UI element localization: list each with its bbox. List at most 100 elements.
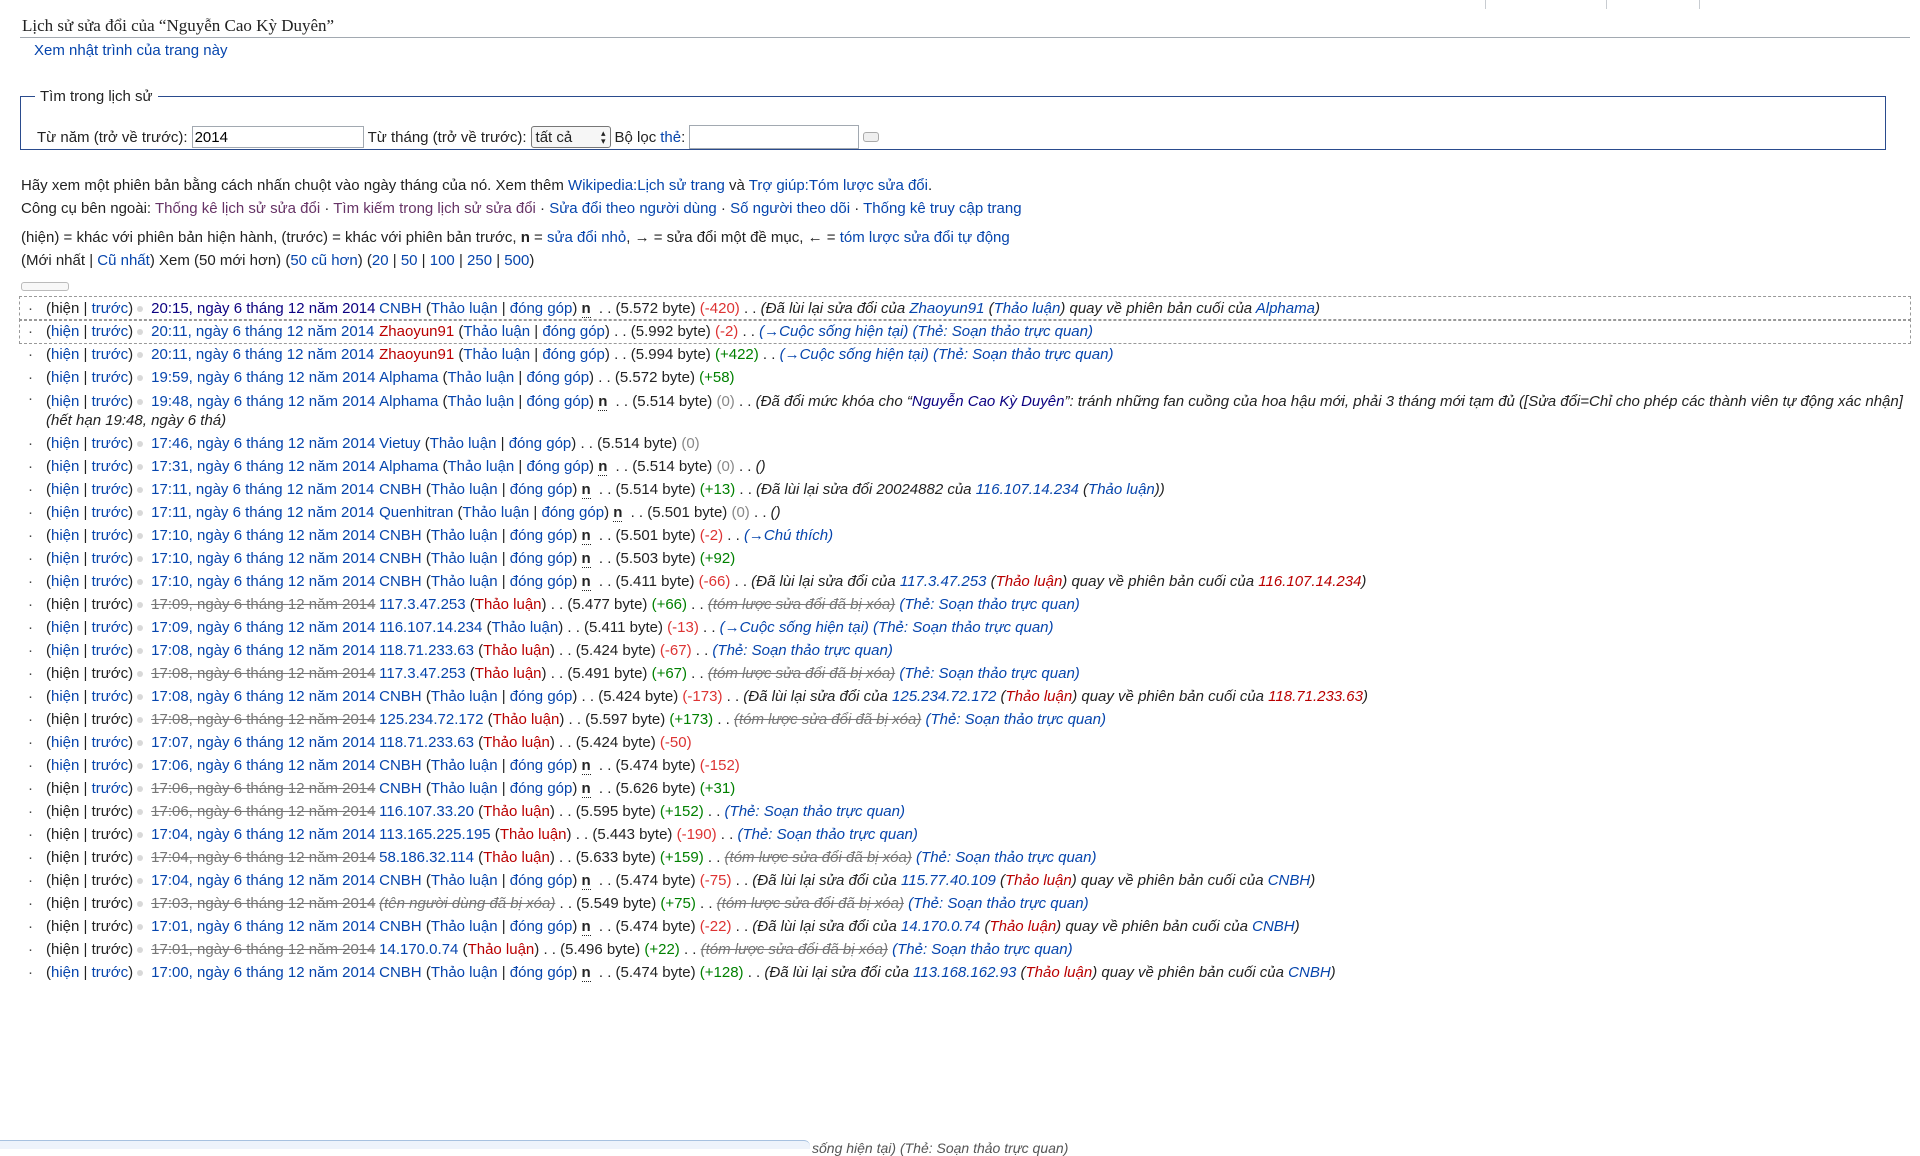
- compare-radio[interactable]: [137, 375, 144, 382]
- revision-user-link[interactable]: CNBH: [379, 964, 422, 981]
- summary-user-link[interactable]: 117.3.47.253: [900, 573, 986, 590]
- revision-timestamp[interactable]: 17:09, ngày 6 tháng 12 năm 2014: [151, 619, 375, 636]
- summary-user2-link[interactable]: Alphama: [1256, 300, 1315, 317]
- summary-talk-link[interactable]: Thảo luận: [1088, 481, 1155, 498]
- compare-radio[interactable]: [137, 487, 144, 494]
- edit-summary-help-link[interactable]: Trợ giúp:Tóm lược sửa đổi: [749, 177, 928, 194]
- diff-previous-link[interactable]: trước: [92, 757, 129, 774]
- summary-user2-link[interactable]: 116.107.14.234: [1258, 573, 1361, 590]
- summary-user-link[interactable]: Nguyễn Cao Kỳ Duyên: [912, 393, 1065, 410]
- compare-radio[interactable]: [137, 763, 144, 770]
- compare-radio[interactable]: [137, 855, 144, 862]
- diff-current-link[interactable]: hiện: [51, 458, 79, 475]
- compare-radio[interactable]: [137, 352, 144, 359]
- page-size-link[interactable]: 50: [401, 252, 418, 269]
- user-talk-link[interactable]: Thảo luận: [483, 642, 550, 659]
- user-talk-link[interactable]: Thảo luận: [431, 527, 498, 544]
- revision-timestamp[interactable]: 17:11, ngày 6 tháng 12 năm 2014: [151, 481, 374, 498]
- user-talk-link[interactable]: Thảo luận: [431, 757, 498, 774]
- revision-timestamp[interactable]: 17:10, ngày 6 tháng 12 năm 2014: [151, 550, 375, 567]
- user-talk-link[interactable]: Thảo luận: [463, 346, 530, 363]
- diff-current-link[interactable]: hiện: [51, 527, 79, 544]
- revision-user-link[interactable]: 118.71.233.63: [379, 642, 474, 659]
- user-contribs-link[interactable]: đóng góp: [510, 964, 573, 981]
- user-talk-link[interactable]: Thảo luận: [493, 711, 560, 728]
- revision-timestamp[interactable]: 20:11, ngày 6 tháng 12 năm 2014: [151, 323, 374, 340]
- diff-current-link[interactable]: hiện: [51, 393, 79, 410]
- compare-radio[interactable]: [137, 924, 144, 931]
- external-tool-link[interactable]: Sửa đổi theo người dùng: [549, 200, 717, 217]
- user-contribs-link[interactable]: đóng góp: [510, 550, 573, 567]
- compare-radio[interactable]: [137, 579, 144, 586]
- revision-user-link[interactable]: 117.3.47.253: [379, 665, 465, 682]
- diff-previous-link[interactable]: trước: [92, 481, 129, 498]
- user-contribs-link[interactable]: đóng góp: [510, 481, 573, 498]
- diff-current-link[interactable]: hiện: [51, 346, 79, 363]
- compare-radio[interactable]: [137, 786, 144, 793]
- revision-user-link[interactable]: 58.186.32.114: [379, 849, 474, 866]
- summary-user-link[interactable]: 14.170.0.74: [901, 918, 980, 935]
- user-talk-link[interactable]: Thảo luận: [431, 573, 498, 590]
- diff-current-link[interactable]: hiện: [51, 481, 79, 498]
- external-tool-link[interactable]: Thống kê lịch sử sửa đổi: [155, 200, 320, 217]
- revision-user-link[interactable]: CNBH: [379, 481, 422, 498]
- user-talk-link[interactable]: Thảo luận: [431, 964, 498, 981]
- revision-timestamp[interactable]: 17:11, ngày 6 tháng 12 năm 2014: [151, 504, 374, 521]
- user-talk-link[interactable]: Thảo luận: [430, 435, 497, 452]
- revision-user-link[interactable]: Zhaoyun91: [379, 346, 454, 363]
- revision-timestamp[interactable]: 17:31, ngày 6 tháng 12 năm 2014: [151, 458, 375, 475]
- summary-talk-link[interactable]: Thảo luận: [994, 300, 1061, 317]
- compare-radio[interactable]: [137, 648, 144, 655]
- diff-current-link[interactable]: hiện: [51, 642, 79, 659]
- revision-timestamp[interactable]: 19:59, ngày 6 tháng 12 năm 2014: [151, 369, 375, 386]
- autosummary-help-link[interactable]: tóm lược sửa đổi tự động: [840, 229, 1010, 246]
- user-talk-link[interactable]: Thảo luận: [431, 872, 498, 889]
- diff-previous-link[interactable]: trước: [92, 504, 129, 521]
- user-contribs-link[interactable]: đóng góp: [510, 872, 573, 889]
- diff-previous-link[interactable]: trước: [92, 527, 129, 544]
- user-talk-link[interactable]: Thảo luận: [431, 918, 498, 935]
- summary-user2-link[interactable]: CNBH: [1288, 964, 1331, 981]
- diff-previous-link[interactable]: trước: [92, 780, 129, 797]
- user-contribs-link[interactable]: đóng góp: [542, 346, 605, 363]
- revision-timestamp[interactable]: 17:10, ngày 6 tháng 12 năm 2014: [151, 527, 375, 544]
- diff-previous-link[interactable]: trước: [92, 300, 129, 317]
- compare-radio[interactable]: [137, 510, 144, 517]
- revision-user-link[interactable]: Zhaoyun91: [379, 323, 454, 340]
- user-contribs-link[interactable]: đóng góp: [510, 573, 573, 590]
- user-talk-link[interactable]: Thảo luận: [491, 619, 558, 636]
- revision-user-link[interactable]: Vietuy: [379, 435, 420, 452]
- diff-previous-link[interactable]: trước: [92, 550, 129, 567]
- external-tool-link[interactable]: Số người theo dõi: [730, 200, 850, 217]
- diff-current-link[interactable]: hiện: [51, 964, 79, 981]
- compare-radio[interactable]: [137, 464, 144, 471]
- user-talk-link[interactable]: Thảo luận: [448, 458, 515, 475]
- revision-user-link[interactable]: 117.3.47.253: [379, 596, 465, 613]
- summary-talk-link[interactable]: Thảo luận: [996, 573, 1063, 590]
- user-talk-link[interactable]: Thảo luận: [483, 849, 550, 866]
- revision-timestamp[interactable]: 17:08, ngày 6 tháng 12 năm 2014: [151, 642, 375, 659]
- compare-radio[interactable]: [137, 832, 144, 839]
- diff-current-link[interactable]: hiện: [51, 573, 79, 590]
- user-talk-link[interactable]: Thảo luận: [475, 596, 542, 613]
- user-talk-link[interactable]: Thảo luận: [431, 300, 498, 317]
- user-talk-link[interactable]: Thảo luận: [483, 803, 550, 820]
- compare-revisions-button[interactable]: [21, 282, 69, 291]
- revision-user-link[interactable]: CNBH: [379, 300, 422, 317]
- revision-user-link[interactable]: CNBH: [379, 757, 422, 774]
- summary-user2-link[interactable]: CNBH: [1252, 918, 1295, 935]
- revision-timestamp[interactable]: 17:04, ngày 6 tháng 12 năm 2014: [151, 826, 375, 843]
- summary-user-link[interactable]: 113.168.162.93: [913, 964, 1016, 981]
- diff-previous-link[interactable]: trước: [92, 688, 129, 705]
- user-talk-link[interactable]: Thảo luận: [463, 323, 530, 340]
- user-contribs-link[interactable]: đóng góp: [510, 757, 573, 774]
- diff-previous-link[interactable]: trước: [92, 458, 129, 475]
- revision-user-link[interactable]: 14.170.0.74: [379, 941, 458, 958]
- user-talk-link[interactable]: Thảo luận: [463, 504, 530, 521]
- compare-radio[interactable]: [137, 901, 144, 908]
- revision-timestamp[interactable]: 19:48, ngày 6 tháng 12 năm 2014: [151, 393, 375, 410]
- compare-radio[interactable]: [137, 694, 144, 701]
- revision-user-link[interactable]: CNBH: [379, 872, 422, 889]
- revision-user-link[interactable]: CNBH: [379, 573, 422, 590]
- diff-current-link[interactable]: hiện: [51, 757, 79, 774]
